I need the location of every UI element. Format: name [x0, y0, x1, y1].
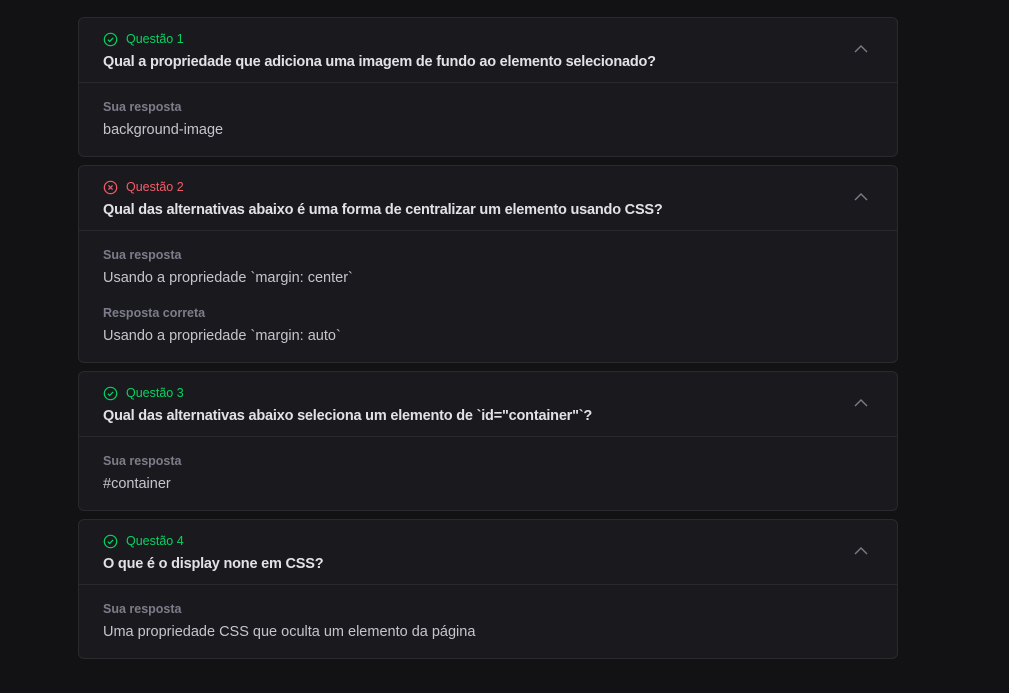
your-answer-label: Sua resposta: [103, 248, 182, 262]
question-header[interactable]: Questão 1 Qual a propriedade que adicion…: [79, 18, 897, 83]
x-circle-icon: [103, 180, 118, 194]
chevron-up-icon: [854, 547, 868, 555]
question-body: Sua resposta Uma propriedade CSS que ocu…: [79, 585, 897, 658]
question-status: Questão 4: [103, 533, 873, 549]
question-title: Qual das alternativas abaixo é uma forma…: [103, 202, 663, 218]
question-list: Questão 1 Qual a propriedade que adicion…: [78, 17, 898, 667]
question-status: Questão 2: [103, 179, 873, 195]
question-label: Questão 4: [126, 534, 184, 548]
question-body: Sua resposta #container: [79, 437, 897, 510]
check-circle-icon: [103, 534, 118, 548]
correct-answer: Usando a propriedade `margin: auto`: [103, 328, 341, 344]
collapse-toggle[interactable]: [853, 43, 869, 55]
your-answer-label: Sua resposta: [103, 100, 182, 114]
question-header[interactable]: Questão 3 Qual das alternativas abaixo s…: [79, 372, 897, 437]
question-title: Qual das alternativas abaixo seleciona u…: [103, 408, 593, 424]
question-title: O que é o display none em CSS?: [103, 556, 324, 572]
your-answer-label: Sua resposta: [103, 454, 182, 468]
question-label: Questão 2: [126, 180, 184, 194]
chevron-up-icon: [854, 45, 868, 53]
chevron-up-icon: [854, 399, 868, 407]
question-card: Questão 3 Qual das alternativas abaixo s…: [78, 371, 898, 511]
check-circle-icon: [103, 32, 118, 46]
question-label: Questão 3: [126, 386, 184, 400]
your-answer: #container: [103, 476, 171, 492]
question-status: Questão 1: [103, 31, 873, 47]
your-answer-label: Sua resposta: [103, 602, 182, 616]
collapse-toggle[interactable]: [853, 397, 869, 409]
question-card: Questão 1 Qual a propriedade que adicion…: [78, 17, 898, 157]
question-label: Questão 1: [126, 32, 184, 46]
question-body: Sua resposta background-image: [79, 83, 897, 156]
chevron-up-icon: [854, 193, 868, 201]
question-header[interactable]: Questão 2 Qual das alternativas abaixo é…: [79, 166, 897, 231]
question-title: Qual a propriedade que adiciona uma imag…: [103, 54, 656, 70]
collapse-toggle[interactable]: [853, 545, 869, 557]
check-circle-icon: [103, 386, 118, 400]
question-status: Questão 3: [103, 385, 873, 401]
collapse-toggle[interactable]: [853, 191, 869, 203]
your-answer: Uma propriedade CSS que oculta um elemen…: [103, 624, 476, 640]
question-body: Sua resposta Usando a propriedade `margi…: [79, 231, 897, 362]
your-answer: Usando a propriedade `margin: center`: [103, 270, 353, 286]
question-card: Questão 2 Qual das alternativas abaixo é…: [78, 165, 898, 363]
correct-answer-label: Resposta correta: [103, 306, 206, 320]
question-header[interactable]: Questão 4 O que é o display none em CSS?: [79, 520, 897, 585]
your-answer: background-image: [103, 122, 224, 138]
question-card: Questão 4 O que é o display none em CSS?…: [78, 519, 898, 659]
